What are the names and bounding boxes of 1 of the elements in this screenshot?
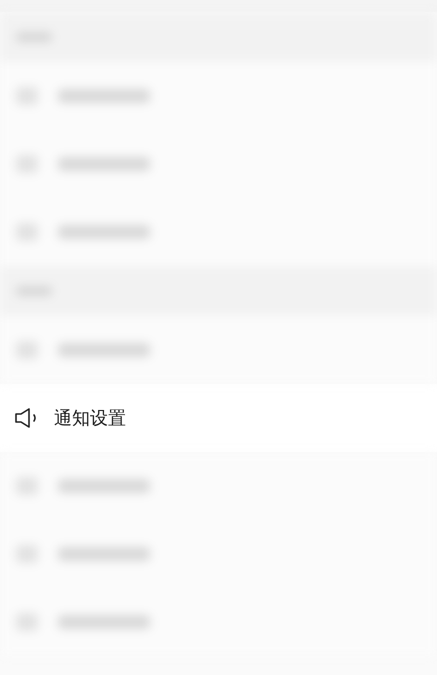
notification-settings-label[interactable]: 通知设置 xyxy=(54,404,126,432)
